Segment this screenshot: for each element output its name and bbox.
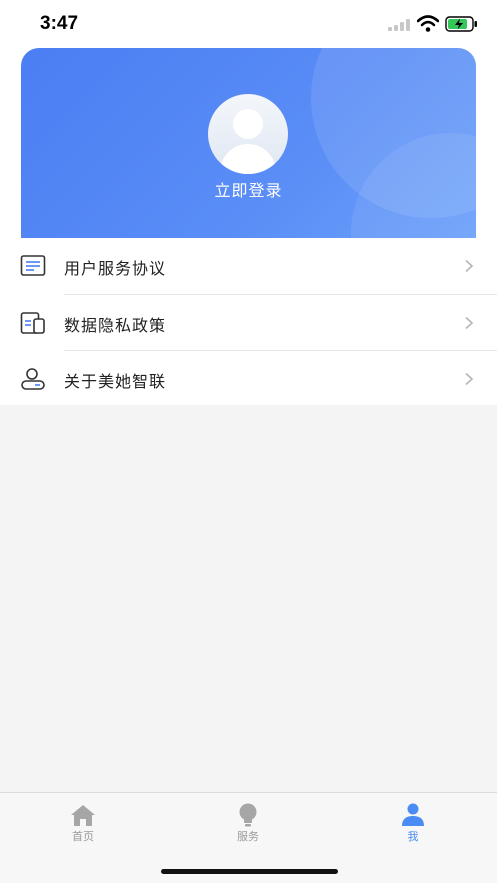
menu-item-label: 数据隐私政策 xyxy=(64,316,167,335)
user-avatar-icon[interactable] xyxy=(208,94,288,174)
privacy-icon xyxy=(20,312,45,334)
status-bar: 3:47 xyxy=(0,0,497,46)
chevron-right-icon xyxy=(465,259,474,273)
tab-label: 首页 xyxy=(72,830,94,843)
battery-charging-icon xyxy=(445,16,477,32)
chevron-right-icon xyxy=(465,316,474,330)
menu-item-about[interactable]: 关于美她智联 xyxy=(0,351,497,407)
user-info-icon xyxy=(21,368,45,390)
document-icon xyxy=(20,255,46,276)
user-icon xyxy=(402,803,424,826)
menu-item-privacy-policy[interactable]: 数据隐私政策 xyxy=(0,295,497,351)
tab-me[interactable]: 我 xyxy=(353,793,473,853)
status-time: 3:47 xyxy=(40,13,79,34)
lightbulb-icon xyxy=(239,803,257,827)
signal-icon xyxy=(388,19,410,31)
home-indicator[interactable] xyxy=(161,869,338,874)
login-link[interactable]: 立即登录 xyxy=(21,177,476,201)
menu-item-label: 用户服务协议 xyxy=(64,259,167,278)
menu-item-label: 关于美她智联 xyxy=(64,372,167,391)
chevron-right-icon xyxy=(465,372,474,386)
tab-label: 服务 xyxy=(237,830,259,843)
menu-item-user-agreement[interactable]: 用户服务协议 xyxy=(0,238,497,294)
settings-menu: 用户服务协议 数据隐私政策 关于美她智联 xyxy=(0,238,497,405)
profile-header: 立即登录 xyxy=(21,48,476,238)
tab-label: 我 xyxy=(407,830,419,843)
home-icon xyxy=(71,805,95,826)
tab-home[interactable]: 首页 xyxy=(23,793,143,853)
wifi-icon xyxy=(417,15,439,32)
tab-service[interactable]: 服务 xyxy=(188,793,308,853)
